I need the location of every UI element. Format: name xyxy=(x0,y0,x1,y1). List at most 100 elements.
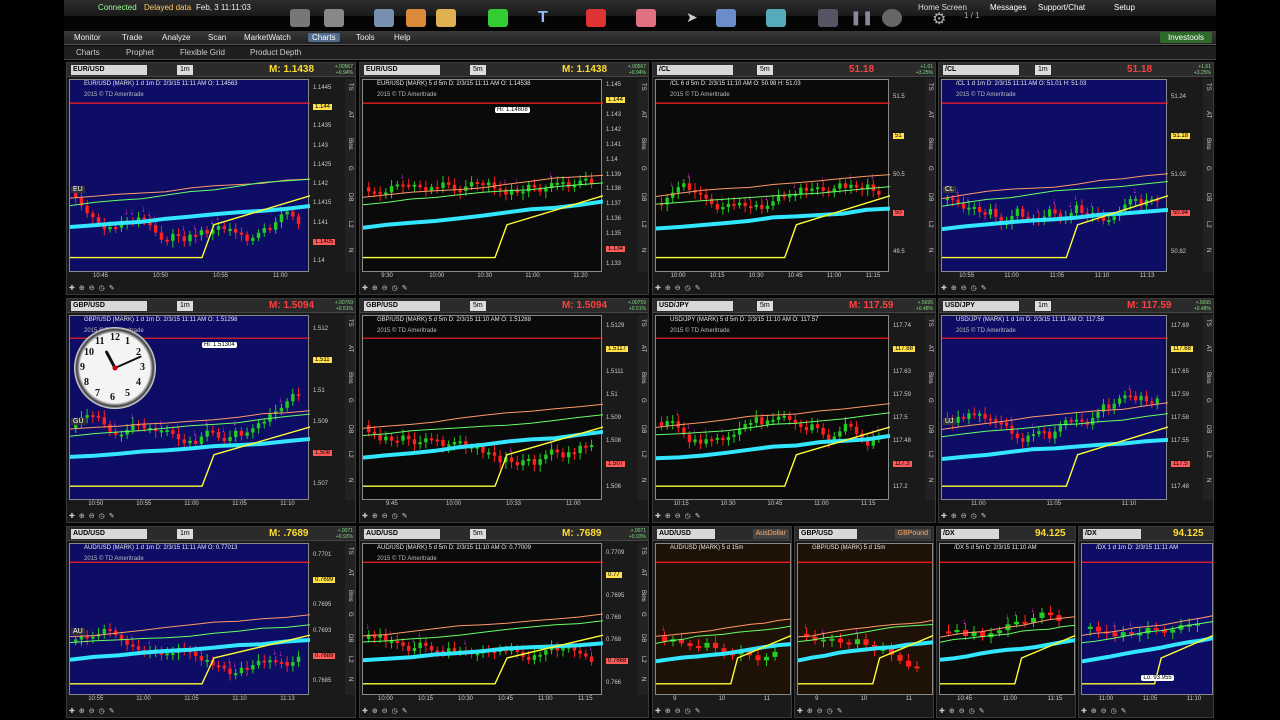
folder-icon[interactable] xyxy=(290,9,310,27)
crosshair-icon[interactable]: ✚ xyxy=(69,513,75,520)
side-tab[interactable]: L2 xyxy=(927,451,933,458)
side-tab[interactable]: AT xyxy=(347,569,353,576)
side-tab[interactable]: L2 xyxy=(640,221,646,228)
side-tab[interactable]: Bins xyxy=(640,372,646,384)
subnav-charts[interactable]: Charts xyxy=(76,48,100,57)
side-tab[interactable]: L2 xyxy=(1205,221,1211,228)
side-tab[interactable]: Bins xyxy=(347,590,353,602)
crosshair-icon[interactable]: ✚ xyxy=(362,285,368,292)
symbol-field[interactable]: USD/JPY xyxy=(657,301,733,311)
time-icon[interactable]: ◷ xyxy=(99,708,105,715)
side-tab[interactable]: AT xyxy=(927,111,933,118)
chart-panel[interactable]: AUD/USD 1m M: .7689 +.0071 +0.93% ↓ ↓ ↓ ↓ ↓ ↓ AUD/U… xyxy=(66,526,356,718)
aggregation-selector[interactable]: 1m xyxy=(1035,65,1051,75)
chart-panel[interactable]: /DX 94.125 ↓ ↓ ↓ ↓ /DX 5 d 5m D: 2/3/15 11:10 … xyxy=(936,526,1076,718)
chart-panel[interactable]: EUR/USD 1m M: 1.1438 +.00567 +0.94% ↓ ↓ ↓ ↓ ↓ ↓ ↓ ↓ ↓… xyxy=(66,62,356,295)
zoom-out-icon[interactable]: ⊖ xyxy=(961,513,967,520)
side-tab[interactable]: N xyxy=(347,478,353,482)
price-plot[interactable]: ↓ ↓ ↓ ↓ ↓ ↓ ↓ AUD/USD (MARK) 5 d 5m D: 2/3/15 1… xyxy=(362,543,603,695)
time-icon[interactable]: ◷ xyxy=(99,285,105,292)
side-tab[interactable]: G xyxy=(927,398,933,403)
side-tab[interactable]: AT xyxy=(640,345,646,352)
side-tab[interactable]: DB xyxy=(640,634,646,642)
crosshair-icon[interactable]: ✚ xyxy=(69,285,75,292)
side-tab[interactable]: L2 xyxy=(347,656,353,663)
side-tab[interactable]: L2 xyxy=(1205,451,1211,458)
side-tab[interactable]: DB xyxy=(1205,425,1211,433)
tab-tools[interactable]: Tools xyxy=(356,33,375,42)
side-tab[interactable]: TS xyxy=(347,83,353,91)
stop-icon[interactable] xyxy=(818,9,838,27)
side-tab[interactable]: Bins xyxy=(1205,138,1211,150)
time-icon[interactable]: ◷ xyxy=(392,285,398,292)
side-tab[interactable]: G xyxy=(640,166,646,171)
chart-panel[interactable]: AUD/USD 5m M: .7689 +.0071 +0.93% ↓ ↓ ↓ ↓ ↓ ↓ ↓ AUD/… xyxy=(359,526,649,718)
side-tab[interactable]: DB xyxy=(640,425,646,433)
tab-scan[interactable]: Scan xyxy=(208,33,226,42)
aggregation-selector[interactable]: 5m xyxy=(757,301,773,311)
side-tab[interactable]: TS xyxy=(347,547,353,555)
aggregation-selector[interactable]: 5m xyxy=(470,301,486,311)
aggregation-selector[interactable]: 5m xyxy=(470,65,486,75)
side-tab[interactable]: N xyxy=(1205,248,1211,252)
side-tab[interactable]: G xyxy=(347,612,353,617)
side-tab[interactable]: G xyxy=(640,612,646,617)
time-icon[interactable]: ◷ xyxy=(99,513,105,520)
symbol-field[interactable]: /DX xyxy=(941,529,999,539)
side-tab[interactable]: DB xyxy=(640,193,646,201)
symbol-field[interactable]: EUR/USD xyxy=(364,65,440,75)
zoom-in-icon[interactable]: ⊕ xyxy=(807,708,813,715)
zoom-in-icon[interactable]: ⊕ xyxy=(951,285,957,292)
draw-icon[interactable]: ✎ xyxy=(109,708,115,715)
tab-trade[interactable]: Trade xyxy=(122,33,143,42)
zoom-in-icon[interactable]: ⊕ xyxy=(372,708,378,715)
side-tab[interactable]: G xyxy=(347,166,353,171)
side-tab[interactable]: G xyxy=(1205,398,1211,403)
time-icon[interactable]: ◷ xyxy=(827,708,833,715)
zoom-out-icon[interactable]: ⊖ xyxy=(959,708,965,715)
side-tab[interactable]: L2 xyxy=(640,451,646,458)
draw-icon[interactable]: ✎ xyxy=(981,285,987,292)
crosshair-icon[interactable]: ✚ xyxy=(362,513,368,520)
side-tab[interactable]: G xyxy=(1205,166,1211,171)
side-tab[interactable]: G xyxy=(347,398,353,403)
side-tab[interactable]: AT xyxy=(1205,345,1211,352)
side-tab[interactable]: AT xyxy=(640,111,646,118)
draw-icon[interactable]: ✎ xyxy=(981,513,987,520)
symbol-field[interactable]: AUD/USD xyxy=(657,529,715,539)
draw-icon[interactable]: ✎ xyxy=(695,285,701,292)
crosshair-icon[interactable]: ✚ xyxy=(1081,708,1087,715)
chart-panel[interactable]: /CL 5m 51.18 +1.61 +3.25% ↓ ↓ ↓ ↓ ↓ ↓ ↓ ↓ ↓/CL 6 d 5m… xyxy=(652,62,936,295)
zoom-out-icon[interactable]: ⊖ xyxy=(675,285,681,292)
side-tab[interactable]: N xyxy=(640,248,646,252)
crosshair-icon[interactable]: ✚ xyxy=(939,708,945,715)
chart-panel[interactable]: GBP/USD GBPound ↓ ↓ ↓ GBP/USD (MARK) 5 d 15m 9… xyxy=(794,526,934,718)
price-plot[interactable]: ↓ ↓ GBP/USD (MARK) 5 d 5m D: 2/3/15 11:10 … xyxy=(362,315,603,500)
price-plot[interactable]: ↓ ↓/DX 1 d 1m D: 2/3/15 11:11 AM Lo: 93.95… xyxy=(1081,543,1213,695)
side-tab[interactable]: DB xyxy=(1205,193,1211,201)
price-plot[interactable]: ↓ ↓ ↓ USD/JPY (MARK) 1 d 1m D: 2/3/15 11:11… xyxy=(941,315,1168,500)
tab-monitor[interactable]: Monitor xyxy=(74,33,101,42)
crosshair-icon[interactable]: ✚ xyxy=(941,285,947,292)
side-tab[interactable]: TS xyxy=(347,319,353,327)
chart-panel[interactable]: USD/JPY 1m M: 117.59 +.5695 +0.48% ↓ ↓ ↓ USD/JPY… xyxy=(938,298,1214,523)
side-tab[interactable]: TS xyxy=(640,83,646,91)
zoom-out-icon[interactable]: ⊖ xyxy=(817,708,823,715)
messages-link[interactable]: Messages xyxy=(990,0,1026,16)
side-tab[interactable]: N xyxy=(640,478,646,482)
time-icon[interactable]: ◷ xyxy=(971,513,977,520)
chart-panel[interactable]: GBP/USD 5m M: 1.5094 +.00759 +0.51% ↓ ↓ GBP/USD… xyxy=(359,298,649,523)
zoom-in-icon[interactable]: ⊕ xyxy=(951,513,957,520)
text-tool-icon[interactable]: T xyxy=(538,9,558,27)
aggregation-selector[interactable]: 1m xyxy=(177,529,193,539)
crosshair-icon[interactable]: ✚ xyxy=(69,708,75,715)
price-plot[interactable]: ↓ ↓ ↓ ↓ ↓ ↓ ↓ ↓ ↓/CL 6 d 5m D: 2/3/15 11:10 AM O… xyxy=(655,79,890,272)
side-tab[interactable]: N xyxy=(640,677,646,681)
style-icon[interactable] xyxy=(374,9,394,27)
zoom-in-icon[interactable]: ⊕ xyxy=(665,513,671,520)
symbol-field[interactable]: /CL xyxy=(943,65,1019,75)
zoom-in-icon[interactable]: ⊕ xyxy=(1091,708,1097,715)
side-tab[interactable]: N xyxy=(347,248,353,252)
side-tab[interactable]: DB xyxy=(927,425,933,433)
tab-analyze[interactable]: Analyze xyxy=(162,33,190,42)
